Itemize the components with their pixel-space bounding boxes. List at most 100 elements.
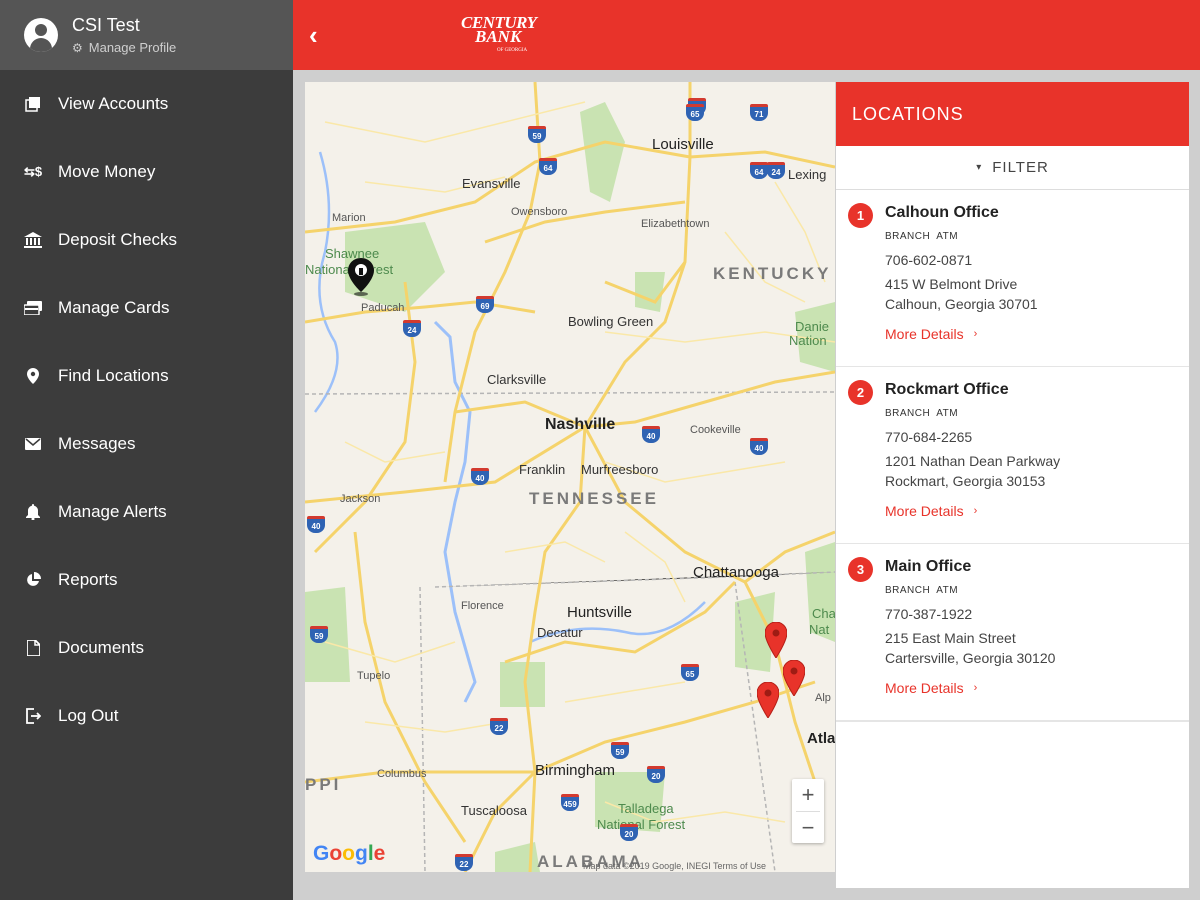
location-address: 415 W Belmont Drive Calhoun, Georgia 307… xyxy=(885,276,1038,312)
locations-panel: LOCATIONS ▾ FILTER 1 Calhoun Office BRAN… xyxy=(836,82,1189,888)
location-name: Main Office xyxy=(885,558,972,575)
pie-chart-icon xyxy=(24,571,42,589)
profile-header[interactable]: CSI Test ⚙ Manage Profile xyxy=(0,0,293,70)
zoom-control: + − xyxy=(792,779,824,843)
avatar-icon xyxy=(24,18,58,52)
bank-logo: CENTURY BANK OF GEORGIA xyxy=(461,13,537,53)
map-label: Lexing xyxy=(788,167,827,182)
sidebar-item-documents[interactable]: Documents xyxy=(0,614,293,682)
google-logo: Google xyxy=(313,842,386,865)
map-label: Clarksville xyxy=(487,372,547,387)
map-label: Murfreesboro xyxy=(581,462,659,477)
sidebar-item-label: Move Money xyxy=(58,162,156,181)
sidebar-item-deposit-checks[interactable]: Deposit Checks xyxy=(0,206,293,274)
map-label: Marion xyxy=(332,212,366,224)
interstate-shield-icon: 40 xyxy=(750,438,768,455)
sidebar-item-label: Documents xyxy=(58,638,144,657)
location-phone[interactable]: 770-387-1922 xyxy=(885,606,1177,622)
interstate-shield-icon: 59 xyxy=(310,626,328,643)
manage-profile-link[interactable]: ⚙ Manage Profile xyxy=(72,40,176,55)
interstate-shield-icon: 459 xyxy=(561,794,579,811)
cards-icon xyxy=(24,299,42,317)
sidebar-item-label: Find Locations xyxy=(58,366,169,385)
location-number-badge: 1 xyxy=(848,203,873,228)
sidebar-item-manage-alerts[interactable]: Manage Alerts xyxy=(0,478,293,546)
sidebar-item-find-locations[interactable]: Find Locations xyxy=(0,342,293,410)
map-label: Franklin xyxy=(519,462,566,477)
interstate-shield-icon: 64 xyxy=(750,162,768,179)
location-phone[interactable]: 770-684-2265 xyxy=(885,429,1177,445)
sidebar: CSI Test ⚙ Manage Profile View Accounts … xyxy=(0,0,293,900)
sidebar-item-label: Log Out xyxy=(58,706,119,725)
document-icon xyxy=(24,639,42,657)
zoom-out-button[interactable]: − xyxy=(792,812,824,844)
sidebar-item-messages[interactable]: Messages xyxy=(0,410,293,478)
sidebar-nav: View Accounts ⇆$ Move Money Deposit Chec… xyxy=(0,70,293,750)
map-label: Elizabethtown xyxy=(641,218,710,230)
logout-icon xyxy=(24,707,42,725)
sidebar-item-label: Reports xyxy=(58,570,118,589)
location-tags: BRANCH ATM xyxy=(885,408,959,419)
chevron-down-icon: ▾ xyxy=(976,162,983,173)
location-phone[interactable]: 706-602-0871 xyxy=(885,252,1177,268)
map-label: Nation xyxy=(789,333,827,348)
profile-name: CSI Test xyxy=(72,15,140,35)
sidebar-item-log-out[interactable]: Log Out xyxy=(0,682,293,750)
interstate-shield-icon: 71 xyxy=(750,104,768,121)
map-label: Danie xyxy=(795,319,829,334)
sidebar-item-manage-cards[interactable]: Manage Cards xyxy=(0,274,293,342)
map-label: Decatur xyxy=(537,625,583,640)
map-label: Talladega xyxy=(618,801,674,816)
map-label: Tupelo xyxy=(357,670,391,682)
more-details-link[interactable]: More Details › xyxy=(885,680,977,696)
map-label: TENNESSEE xyxy=(529,489,659,508)
location-name: Rockmart Office xyxy=(885,381,1009,398)
location-item[interactable]: 1 Calhoun Office BRANCH ATM 706-602-0871 … xyxy=(836,190,1189,367)
bank-icon xyxy=(24,231,42,249)
sidebar-item-label: Manage Alerts xyxy=(58,502,167,521)
map-label: National Forest xyxy=(597,817,686,832)
bell-icon xyxy=(24,503,42,521)
sidebar-item-move-money[interactable]: ⇆$ Move Money xyxy=(0,138,293,206)
sidebar-item-label: Manage Cards xyxy=(58,298,170,317)
interstate-shield-icon: 59 xyxy=(611,742,629,759)
map-label: Jackson xyxy=(340,493,381,505)
chevron-right-icon: › xyxy=(973,505,978,517)
interstate-shield-icon: 40 xyxy=(307,516,325,533)
map-label: Owensboro xyxy=(511,206,568,218)
sidebar-item-view-accounts[interactable]: View Accounts xyxy=(0,70,293,138)
sidebar-item-reports[interactable]: Reports xyxy=(0,546,293,614)
map-label: Evansville xyxy=(462,176,521,191)
location-item[interactable]: 2 Rockmart Office BRANCH ATM 770-684-2265… xyxy=(836,367,1189,544)
location-tags: BRANCH ATM xyxy=(885,585,959,596)
manage-profile-label: Manage Profile xyxy=(88,40,177,55)
accounts-icon xyxy=(24,95,42,113)
map-label: Louisville xyxy=(652,136,714,153)
map-label: Florence xyxy=(461,600,504,612)
back-chevron-icon[interactable]: ‹ xyxy=(309,22,333,48)
map-label: Paducah xyxy=(361,302,405,314)
transfer-icon: ⇆$ xyxy=(23,164,43,179)
filter-label: FILTER xyxy=(992,159,1049,176)
map-label: Atla xyxy=(807,730,835,747)
envelope-icon xyxy=(24,435,42,453)
filter-button[interactable]: ▾ FILTER xyxy=(836,146,1189,190)
panel-title: LOCATIONS xyxy=(836,82,1189,146)
map-label: Alp xyxy=(815,692,831,704)
more-details-link[interactable]: More Details › xyxy=(885,326,977,342)
map-attribution[interactable]: Map data ©2019 Google, INEGI Terms of Us… xyxy=(583,861,766,871)
profile-text: CSI Test ⚙ Manage Profile xyxy=(72,15,176,55)
sidebar-item-label: Messages xyxy=(58,434,136,453)
more-details-link[interactable]: More Details › xyxy=(885,503,977,519)
top-header: ‹ CENTURY BANK OF GEORGIA xyxy=(293,0,1200,70)
interstate-shield-icon: 65 xyxy=(681,664,699,681)
interstate-shield-icon: 22 xyxy=(455,854,473,871)
map-label: Huntsville xyxy=(567,604,633,621)
location-item[interactable]: 3 Main Office BRANCH ATM 770-387-1922 215… xyxy=(836,544,1189,722)
map-view[interactable]: Louisville Evansville Lexing Owensboro M… xyxy=(305,82,835,872)
chevron-right-icon: › xyxy=(973,328,978,340)
location-number-badge: 2 xyxy=(848,380,873,405)
sidebar-item-label: Deposit Checks xyxy=(58,230,178,249)
zoom-in-button[interactable]: + xyxy=(792,779,824,811)
location-pin-icon xyxy=(24,367,42,385)
